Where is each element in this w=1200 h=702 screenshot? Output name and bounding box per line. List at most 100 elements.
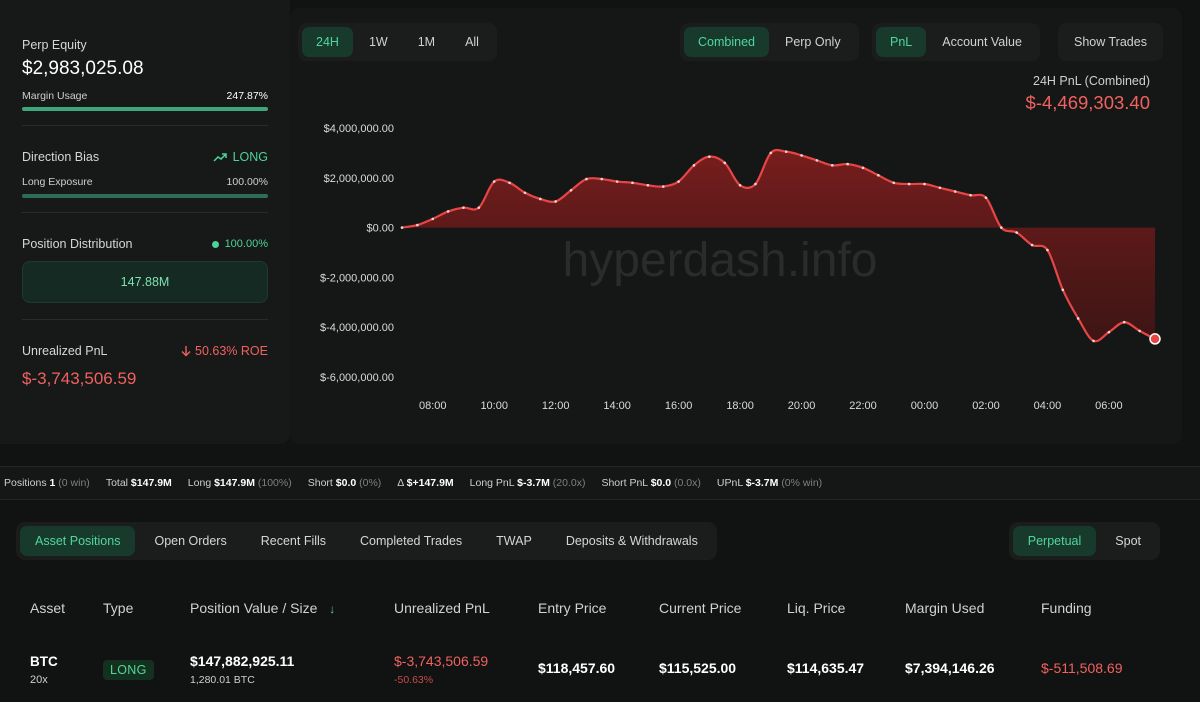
stat-label: UPnL — [716, 477, 743, 489]
col-funding[interactable]: Funding — [1041, 600, 1092, 616]
row-margin-used: $7,394,146.26 — [905, 660, 995, 676]
unrealized-pnl-label: Unrealized PnL — [22, 344, 108, 358]
stat-6: Short PnL $0.0 (0.0x) — [601, 477, 700, 489]
data-point — [953, 190, 957, 193]
data-point — [431, 217, 435, 221]
col-unrealized-pnl[interactable]: Unrealized PnL — [394, 600, 490, 616]
direction-bias-label: Direction Bias — [22, 150, 100, 164]
tab-asset-positions[interactable]: Asset Positions — [20, 526, 136, 556]
col-entry-price[interactable]: Entry Price — [538, 600, 606, 616]
stat-value: $0.0 — [650, 477, 672, 489]
data-point — [907, 182, 911, 186]
y-axis: $4,000,000.00 $2,000,000.00 $0.00 $-2,000,0… — [320, 123, 394, 384]
tab-deposits-withdrawals[interactable]: Deposits & Withdrawals — [551, 526, 713, 556]
stat-detail: (100%) — [257, 477, 292, 489]
y-tick-label: $-6,000,000.00 — [320, 372, 394, 384]
long-exposure-label: Long Exposure — [22, 176, 93, 188]
x-tick-label: 02:00 — [972, 400, 1000, 412]
data-point — [923, 182, 926, 186]
tab-open-orders[interactable]: Open Orders — [139, 526, 241, 556]
data-point — [539, 197, 542, 201]
x-tick-label: 16:00 — [665, 400, 693, 412]
stat-label: Short — [307, 477, 333, 489]
pnl-chart[interactable]: hyperdash.info $4,000,000.00 $2,000,000.0… — [290, 8, 1182, 444]
roe-wrap: 50.63% ROE — [181, 344, 268, 358]
col-current-price[interactable]: Current Price — [659, 600, 741, 616]
perp-equity-section: Perp Equity $2,983,025.08 Margin Usage 2… — [22, 0, 268, 126]
data-point — [769, 151, 773, 155]
tab-twap[interactable]: TWAP — [481, 526, 547, 556]
position-size: 1,280.01 BTC — [190, 674, 255, 686]
data-point — [815, 159, 819, 162]
stat-label: Δ — [397, 477, 404, 489]
positions-stats-strip: Positions 1 (0 win) Total $147.9M Long $1… — [0, 466, 1200, 500]
stat-label: Positions — [4, 477, 47, 489]
row-current-price: $115,525.00 — [659, 660, 737, 676]
type-badge: LONG — [103, 660, 154, 680]
col-position-value-wrap[interactable]: Position Value / Size ↓ — [190, 600, 335, 616]
stat-value: $-3.7M — [517, 477, 550, 489]
data-point — [477, 206, 481, 209]
stat-0: Positions 1 (0 win) — [4, 477, 90, 489]
stat-value: $147.9M — [214, 477, 255, 489]
tab-completed-trades[interactable]: Completed Trades — [345, 526, 477, 556]
col-liq-price[interactable]: Liq. Price — [787, 600, 845, 616]
data-point — [877, 174, 880, 177]
type-badge-wrap: LONG — [103, 660, 154, 680]
current-point-marker[interactable] — [1149, 333, 1161, 345]
data-point — [1138, 329, 1141, 333]
data-point — [400, 226, 404, 229]
position-distribution-value: 100.00% — [224, 238, 268, 250]
data-point — [554, 200, 557, 203]
arrow-down-icon — [181, 346, 191, 357]
stat-label: Long PnL — [469, 477, 515, 489]
stat-value: $0.0 — [335, 477, 357, 489]
asset-name[interactable]: BTC — [30, 654, 58, 669]
data-point — [708, 155, 711, 158]
long-exposure-fill — [22, 194, 268, 198]
stat-4: Δ $+147.9M — [397, 477, 453, 489]
data-point — [938, 186, 942, 190]
data-point — [892, 181, 896, 185]
stat-detail: (20.0x) — [552, 477, 586, 489]
data-point — [754, 182, 757, 186]
perp-equity-value: $2,983,025.08 — [22, 58, 144, 79]
col-type[interactable]: Type — [103, 600, 133, 616]
direction-bias-value-wrap: LONG — [213, 150, 268, 164]
status-dot-icon — [211, 240, 219, 248]
row-unrealized-pnl: $-3,743,506.59 — [394, 653, 489, 669]
stat-3: Short $0.0 (0%) — [308, 477, 382, 489]
tab-recent-fills[interactable]: Recent Fills — [246, 526, 341, 556]
tab-spot[interactable]: Spot — [1100, 526, 1156, 556]
y-tick-label: $4,000,000.00 — [324, 123, 394, 135]
tab-perpetual[interactable]: Perpetual — [1012, 526, 1097, 556]
watermark-text: hyperdash.info — [563, 234, 878, 287]
row-funding: $-511,508.69 — [1041, 660, 1123, 676]
trending-up-icon — [213, 153, 227, 162]
stat-detail: (0% win) — [781, 477, 823, 489]
stat-detail: (0%) — [359, 477, 382, 489]
asset-leverage: 20x — [30, 674, 48, 686]
stat-label: Long — [187, 477, 212, 489]
position-distribution-bar[interactable]: 147.88M — [22, 261, 268, 303]
data-point — [1015, 231, 1018, 234]
row-liq-price: $114,635.47 — [787, 660, 865, 676]
data-point — [738, 183, 742, 187]
stat-2: Long $147.9M (100%) — [188, 477, 292, 489]
unrealized-pnl-value: $-3,743,506.59 — [22, 369, 137, 388]
sort-down-icon: ↓ — [329, 602, 336, 616]
y-tick-label: $0.00 — [366, 223, 394, 235]
data-point — [523, 191, 527, 195]
unrealized-pnl-section: Unrealized PnL 50.63% ROE $-3,743,506.59 — [22, 320, 268, 389]
data-point — [508, 181, 511, 185]
position-distribution-section: Position Distribution 100.00% 147.88M — [22, 213, 268, 320]
col-asset[interactable]: Asset — [30, 600, 65, 616]
position-distribution-label: Position Distribution — [22, 237, 133, 251]
data-point — [969, 193, 972, 197]
stat-value: $+147.9M — [406, 477, 454, 489]
margin-usage-bar — [22, 107, 268, 111]
col-margin-used[interactable]: Margin Used — [905, 600, 984, 616]
position-value: $147,882,925.11 — [190, 653, 295, 669]
data-point — [1076, 317, 1080, 320]
roe-value: 50.63% ROE — [195, 344, 268, 358]
